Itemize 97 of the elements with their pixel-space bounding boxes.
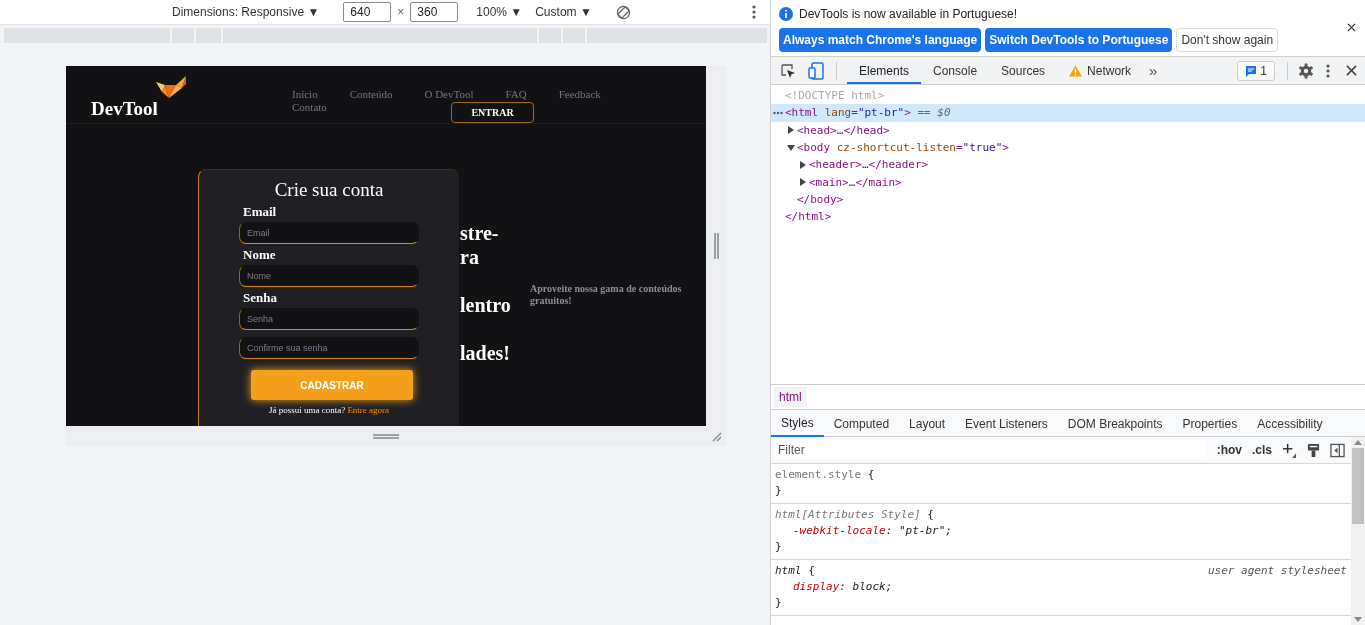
more-tabs-button[interactable]: » [1149, 62, 1158, 79]
plus-icon[interactable] [1282, 442, 1297, 458]
rotate-icon[interactable] [615, 4, 631, 20]
message-icon [1245, 64, 1258, 77]
more-options-icon[interactable] [752, 4, 756, 20]
dom-node-text: <head>…</head> [797, 123, 890, 137]
scrollbar[interactable] [1351, 437, 1365, 625]
css-declaration[interactable]: display: block; [775, 579, 1347, 595]
hero-text: ra [460, 245, 480, 269]
ellipsis-icon[interactable] [773, 111, 783, 116]
width-input[interactable]: 640 [343, 2, 392, 22]
fox-logo-icon [156, 76, 186, 98]
dom-row[interactable]: <head>…</head> [771, 121, 1365, 139]
styles-pane-tab[interactable]: Event Listeners [955, 410, 1058, 437]
class-toggle-button[interactable]: .cls [1252, 443, 1272, 457]
styles-pane-tab[interactable]: Layout [899, 410, 956, 437]
dom-node-text: <body cz-shortcut-listen="true"> [797, 141, 1009, 155]
infobar-message: DevTools is now available in Portuguese! [799, 7, 1018, 21]
triangle-right-icon[interactable] [799, 160, 807, 169]
more-options-icon[interactable] [1326, 62, 1330, 79]
login-link[interactable]: Entre agora [347, 405, 390, 415]
dom-row[interactable]: <html lang="pt-br"> == $0 [771, 104, 1365, 122]
resize-corner-icon[interactable] [712, 432, 722, 442]
styles-pane-tab[interactable]: Computed [823, 410, 900, 437]
nav-link[interactable]: Contato [292, 101, 327, 114]
styles-pane-tab[interactable]: Accessibility [1247, 410, 1333, 437]
css-selector: html[Attributes Style] { [775, 507, 934, 523]
devtools-tab[interactable]: Console [921, 57, 990, 84]
nav-link[interactable]: O DevTool [424, 88, 474, 101]
dom-node-text: <!DOCTYPE html> [785, 89, 885, 103]
field-label: Email [243, 204, 277, 220]
issues-button[interactable]: 1 [1237, 60, 1275, 81]
stylesheet-source: user agent stylesheet [1207, 563, 1347, 579]
login-prompt: Já possui uma conta? [268, 405, 346, 415]
css-declaration[interactable]: -webkit-locale: "pt-br"; [775, 523, 1347, 539]
triangle-down-icon[interactable] [787, 143, 795, 152]
zoom-dropdown[interactable]: 100% ▼ [476, 5, 523, 19]
throttle-dropdown[interactable]: Custom ▼ [535, 5, 592, 19]
filter-input[interactable]: Filter [774, 440, 1207, 460]
close-icon[interactable] [1346, 65, 1357, 76]
height-input[interactable]: 360 [410, 2, 459, 22]
infobar-button[interactable]: Don't show again [1176, 28, 1279, 52]
paint-roller-icon[interactable] [1307, 442, 1320, 458]
text-input[interactable]: Senha [239, 308, 419, 330]
warning-icon [1069, 64, 1083, 77]
hover-state-button[interactable]: :hov [1216, 443, 1242, 457]
styles-pane-tab[interactable]: DOM Breakpoints [1057, 410, 1173, 437]
infobar-button[interactable]: Always match Chrome's language [779, 28, 982, 52]
resize-handle-right[interactable] [706, 66, 726, 426]
css-selector: element.style { [775, 467, 875, 483]
devtools-tab[interactable]: Elements [847, 57, 922, 84]
aside-text: Aproveite nossa gama de conteúdos gratuitos! [530, 283, 683, 307]
dom-closing-tag: </body> [797, 192, 844, 206]
css-selector: html { [775, 563, 815, 579]
triangle-right-icon[interactable] [799, 178, 807, 187]
breadcrumb[interactable]: html [774, 387, 807, 407]
closing-brace: } [775, 595, 783, 611]
resize-handle-bottom[interactable] [66, 426, 706, 446]
infobar-button[interactable]: Switch DevTools to Portuguese [985, 28, 1173, 52]
dom-node-text: <header>…</header> [809, 158, 929, 172]
nav-link[interactable]: Conteúdo [349, 88, 393, 101]
dom-row[interactable]: <header>…</header> [771, 156, 1365, 174]
scroll-down-icon[interactable] [1354, 617, 1362, 622]
devtools-tab[interactable]: Network [1057, 57, 1144, 84]
login-button[interactable]: ENTRAR [451, 102, 534, 123]
info-icon [779, 7, 793, 21]
hero-text: lentro [460, 293, 512, 317]
field-label: Nome [243, 247, 276, 263]
hero-text: stre- [460, 221, 500, 245]
triangle-right-icon[interactable] [787, 126, 795, 135]
devtools-tab[interactable]: Sources [989, 57, 1058, 84]
text-input[interactable]: Confirme sua senha [239, 337, 419, 359]
inspect-icon[interactable] [780, 62, 796, 79]
form-title: Crie sua conta [274, 179, 384, 201]
dom-node-text: <main>…</main> [809, 175, 902, 189]
styles-pane-tab[interactable]: Properties [1172, 410, 1248, 437]
nav-link[interactable]: FAQ [505, 88, 527, 101]
dom-row[interactable]: <body cz-shortcut-listen="true"> [771, 138, 1365, 157]
close-icon[interactable] [1347, 23, 1356, 32]
dom-node-text: <html lang="pt-br"> == $0 [785, 106, 951, 120]
times-sign: × [397, 5, 405, 19]
hero-text: lades! [460, 341, 511, 365]
sidebar-toggle-icon[interactable] [1330, 442, 1345, 458]
text-input[interactable]: Email [239, 222, 419, 244]
settings-icon[interactable] [1298, 62, 1314, 79]
closing-brace: } [775, 483, 783, 499]
scroll-up-icon[interactable] [1354, 440, 1362, 445]
site-logo-text[interactable]: DevTool [91, 99, 158, 119]
device-toggle-icon[interactable] [808, 61, 824, 80]
dom-row[interactable]: <main>…</main> [771, 173, 1365, 191]
text-input[interactable]: Nome [239, 265, 419, 287]
field-label: Senha [243, 290, 277, 306]
nav-link[interactable]: Início [292, 88, 318, 101]
nav-link[interactable]: Feedback [558, 88, 601, 101]
closing-brace: } [775, 539, 783, 555]
dom-closing-tag: </html> [785, 210, 832, 224]
dimensions-dropdown[interactable]: Dimensions: Responsive ▼ [172, 5, 320, 19]
